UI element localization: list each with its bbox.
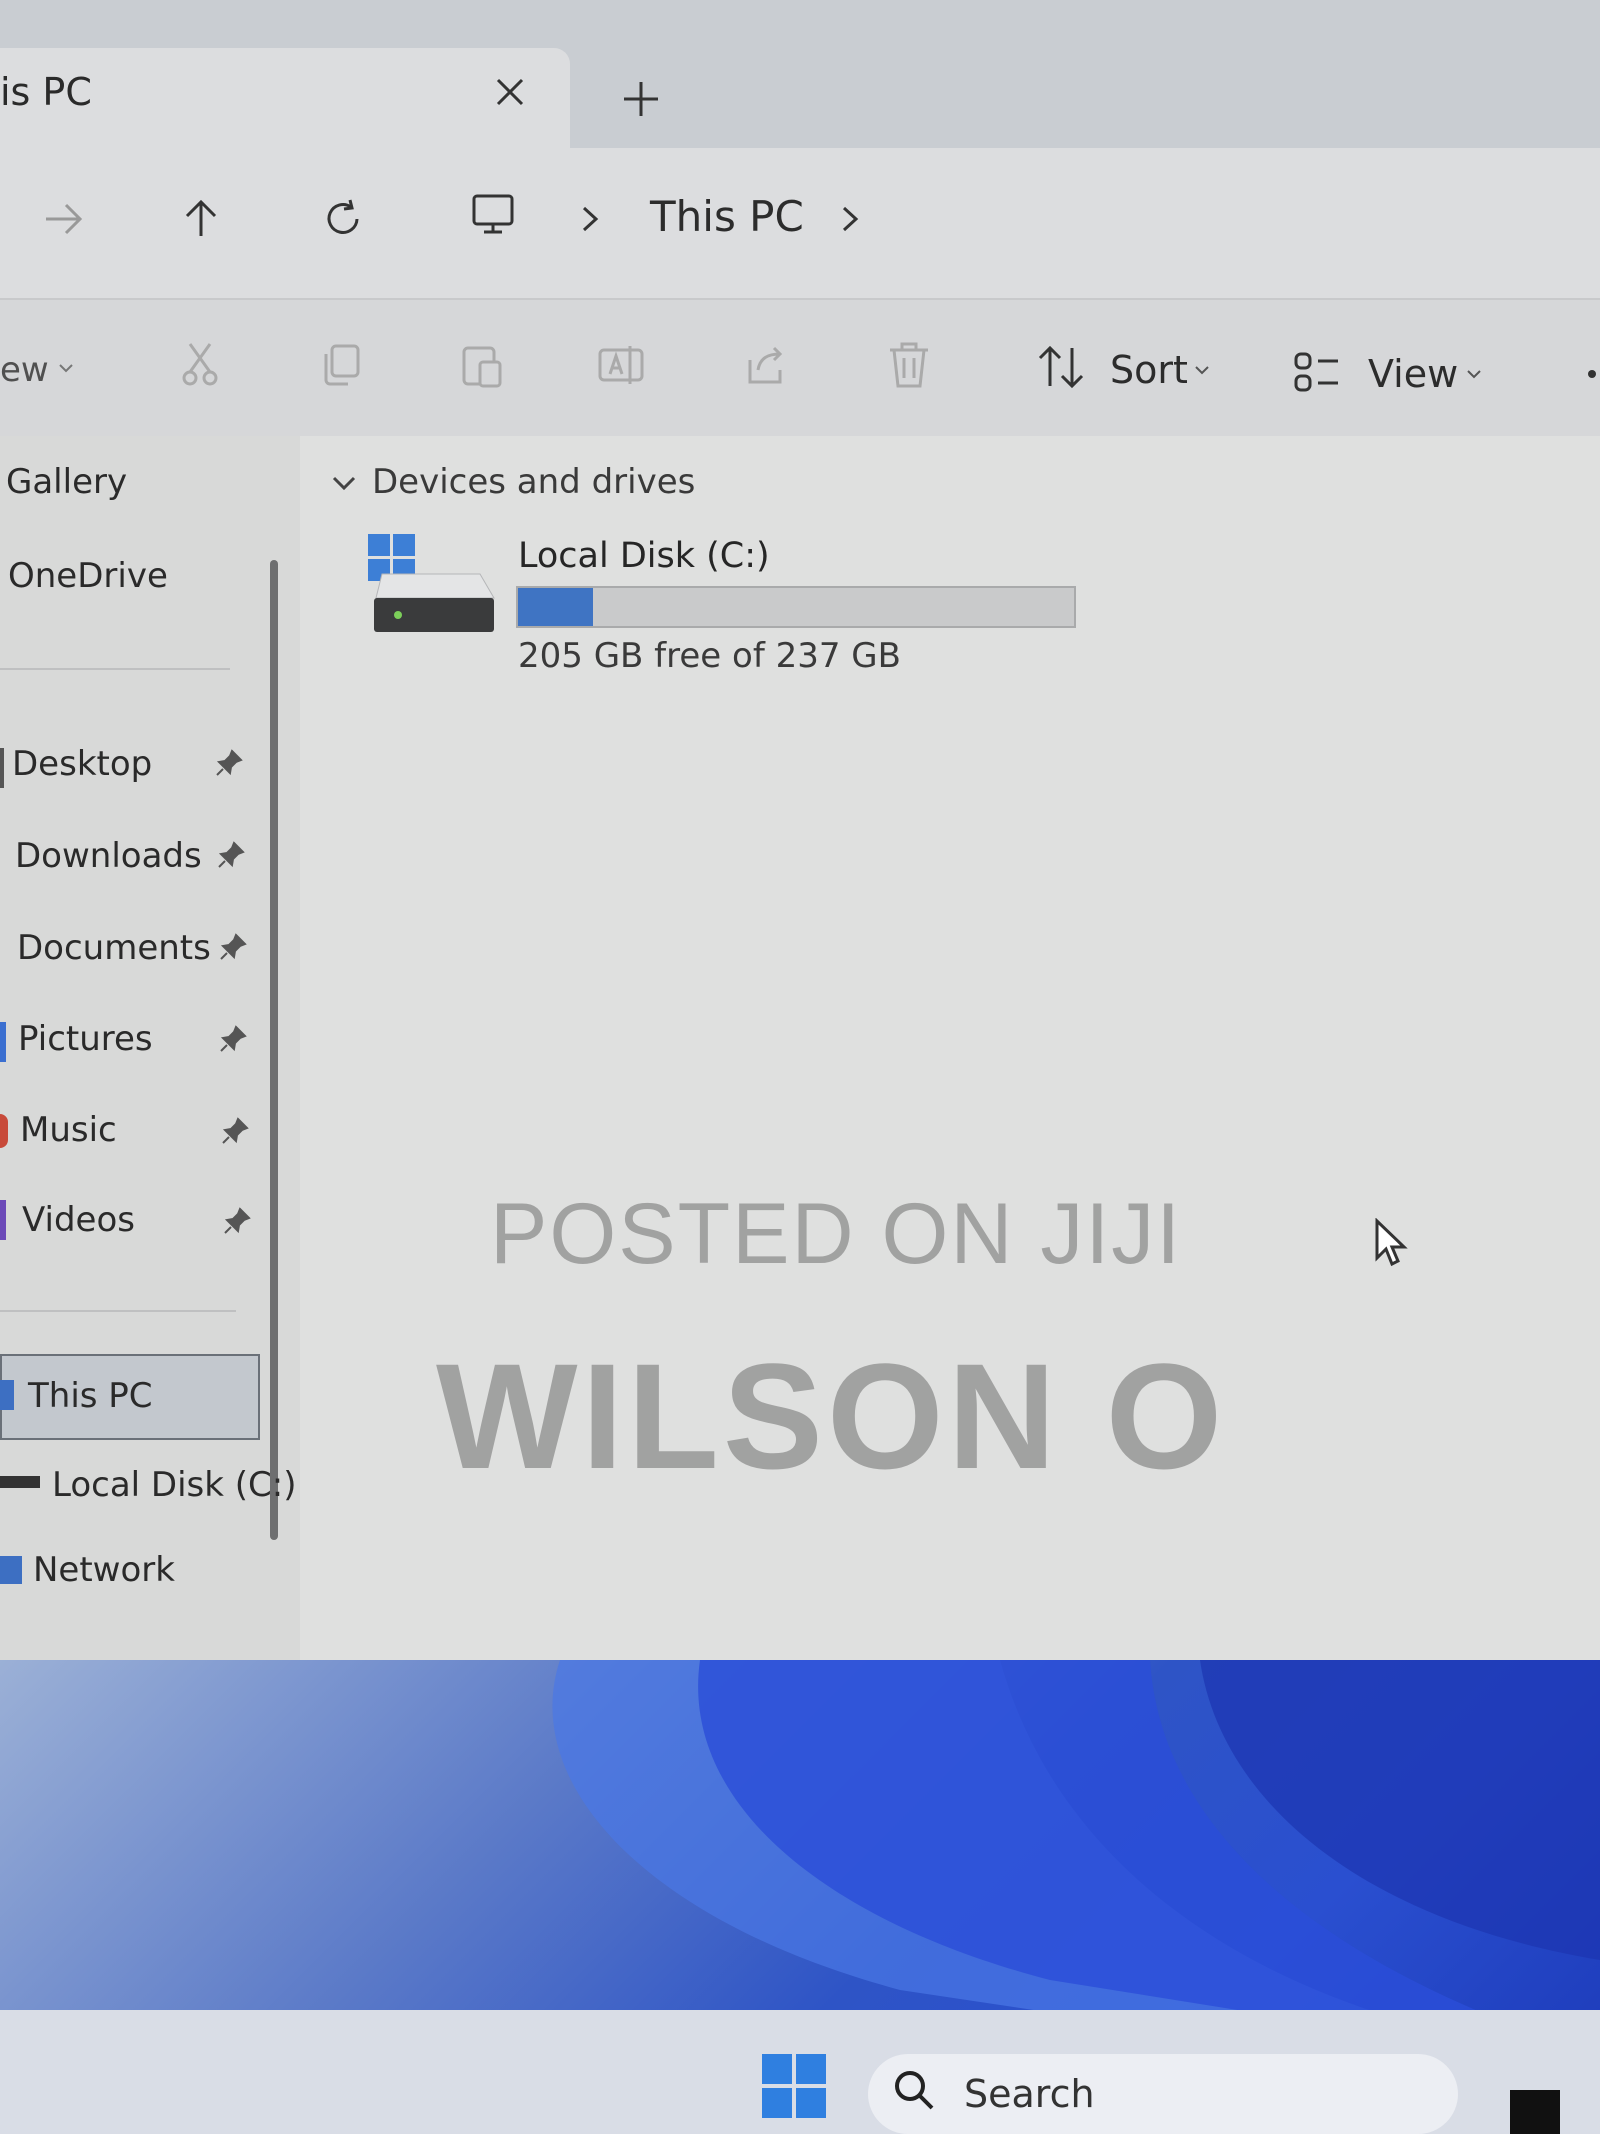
delete-icon[interactable] bbox=[884, 340, 934, 390]
pin-icon[interactable] bbox=[222, 1206, 252, 1236]
rename-icon[interactable] bbox=[596, 340, 646, 390]
refresh-icon[interactable] bbox=[320, 196, 366, 242]
computer-icon bbox=[0, 1380, 14, 1410]
sidebar-item-local-disk[interactable]: Local Disk (C:) bbox=[52, 1465, 297, 1505]
desktop-icon bbox=[0, 748, 4, 788]
sidebar-item-onedrive[interactable]: OneDrive bbox=[8, 556, 168, 596]
wallpaper-swirl bbox=[552, 1660, 1600, 2020]
search-icon[interactable] bbox=[892, 2068, 936, 2112]
view-button[interactable]: View bbox=[1368, 352, 1458, 396]
sidebar-item-this-pc[interactable]: This PC bbox=[28, 1376, 153, 1416]
paste-icon[interactable] bbox=[456, 340, 506, 390]
drive-icon bbox=[0, 1476, 40, 1488]
new-tab-icon[interactable] bbox=[620, 78, 662, 120]
music-icon bbox=[0, 1114, 8, 1148]
chevron-down-icon[interactable] bbox=[1192, 360, 1212, 380]
watermark-line-1: POSTED ON JIJI bbox=[490, 1186, 1183, 1282]
start-button-icon[interactable] bbox=[762, 2054, 826, 2118]
drive-usage-fill bbox=[518, 588, 594, 626]
computer-icon bbox=[472, 194, 514, 234]
pin-icon[interactable] bbox=[218, 1024, 248, 1054]
sidebar-item-documents[interactable]: Documents bbox=[17, 928, 211, 968]
chevron-down-icon[interactable] bbox=[56, 358, 76, 378]
pin-icon[interactable] bbox=[218, 932, 248, 962]
sidebar-item-desktop[interactable]: Desktop bbox=[12, 744, 152, 784]
sidebar-item-pictures[interactable]: Pictures bbox=[18, 1019, 153, 1059]
sidebar-divider bbox=[0, 1310, 236, 1312]
network-icon bbox=[0, 1556, 22, 1584]
pictures-icon bbox=[0, 1022, 6, 1062]
local-disk-icon[interactable] bbox=[368, 534, 498, 640]
sort-button[interactable]: Sort bbox=[1110, 348, 1188, 392]
forward-icon[interactable] bbox=[40, 196, 86, 242]
up-icon[interactable] bbox=[178, 196, 224, 242]
sidebar-scrollbar[interactable] bbox=[270, 560, 278, 1540]
copy-icon[interactable] bbox=[316, 340, 366, 390]
section-header-devices-and-drives[interactable]: Devices and drives bbox=[372, 462, 695, 502]
command-bar bbox=[0, 298, 1600, 440]
sidebar-item-gallery[interactable]: Gallery bbox=[6, 462, 127, 502]
mouse-pointer-icon bbox=[1375, 1218, 1408, 1267]
more-options-icon[interactable] bbox=[1588, 370, 1596, 378]
taskbar-app-icon[interactable] bbox=[1510, 2090, 1560, 2134]
sidebar-item-network[interactable]: Network bbox=[33, 1550, 175, 1590]
new-button[interactable]: ew bbox=[0, 350, 49, 390]
close-tab-icon[interactable] bbox=[490, 72, 530, 112]
chevron-right-icon[interactable] bbox=[836, 204, 862, 234]
taskbar-search-box[interactable] bbox=[868, 2054, 1458, 2134]
chevron-right-icon[interactable] bbox=[576, 204, 602, 234]
drive-usage-bar bbox=[516, 586, 1076, 628]
chevron-down-icon[interactable] bbox=[330, 470, 358, 496]
sidebar-item-videos[interactable]: Videos bbox=[22, 1200, 135, 1240]
breadcrumb-this-pc[interactable]: This PC bbox=[650, 192, 804, 241]
search-label: Search bbox=[964, 2072, 1095, 2116]
videos-icon bbox=[0, 1200, 6, 1240]
cut-icon[interactable] bbox=[176, 340, 226, 390]
pin-icon[interactable] bbox=[220, 1116, 250, 1146]
share-icon[interactable] bbox=[740, 340, 790, 390]
watermark-line-2: WILSON O bbox=[436, 1332, 1227, 1500]
pin-icon[interactable] bbox=[214, 748, 244, 778]
sidebar-divider bbox=[0, 668, 230, 670]
drive-name[interactable]: Local Disk (C:) bbox=[518, 536, 770, 576]
chevron-down-icon[interactable] bbox=[1464, 364, 1484, 384]
drive-free-space: 205 GB free of 237 GB bbox=[518, 636, 901, 676]
sidebar-item-downloads[interactable]: Downloads bbox=[15, 836, 202, 876]
pin-icon[interactable] bbox=[216, 840, 246, 870]
tab-title: is PC bbox=[0, 70, 92, 114]
view-icon[interactable] bbox=[1292, 348, 1342, 398]
sort-icon[interactable] bbox=[1036, 342, 1086, 392]
sidebar-item-music[interactable]: Music bbox=[20, 1110, 117, 1150]
